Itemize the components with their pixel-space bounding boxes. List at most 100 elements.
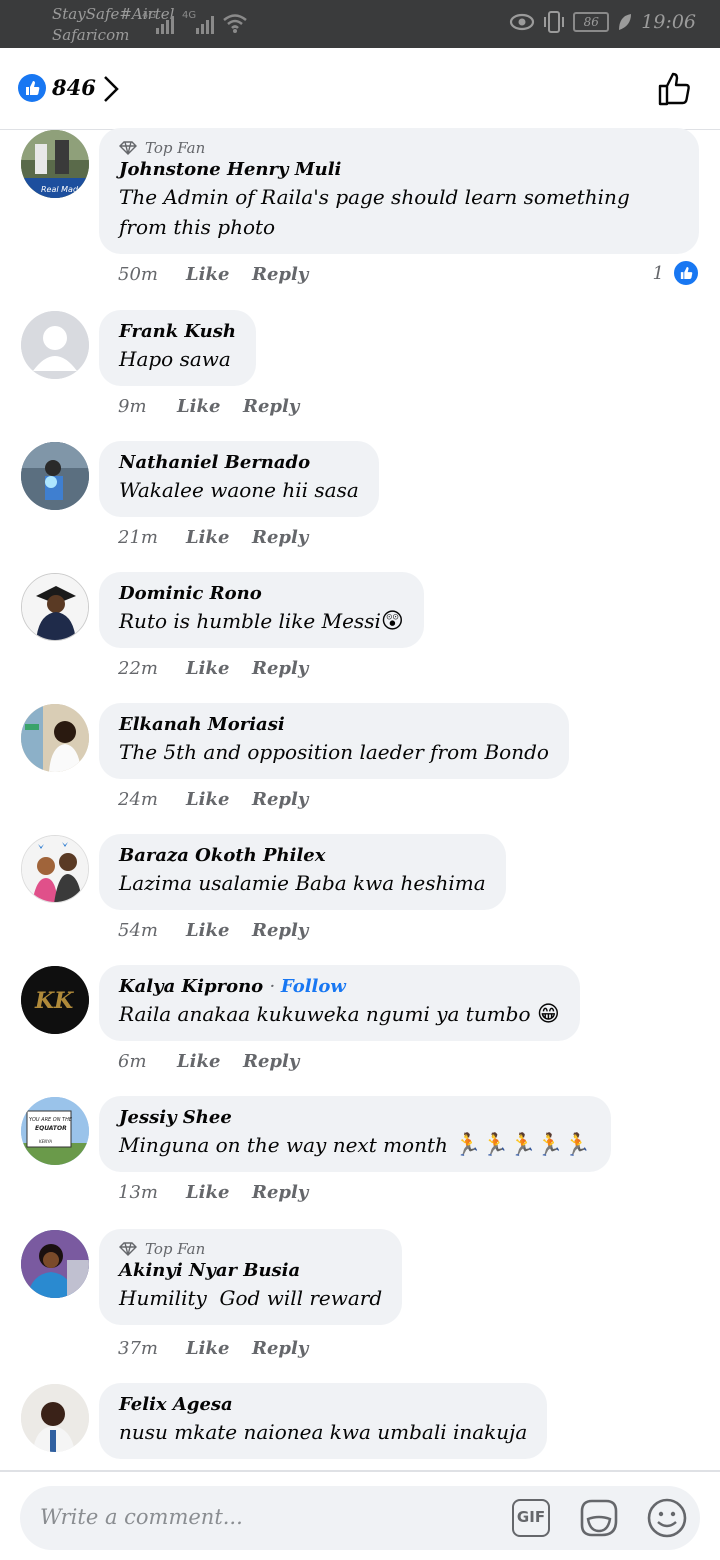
- like-button[interactable]: Like: [186, 1338, 252, 1359]
- commenter-name[interactable]: Akinyi Nyar Busia: [119, 1259, 382, 1283]
- comment-bubble: Kalya Kiprono · Follow Raila anakaa kuku…: [99, 965, 580, 1041]
- avatar[interactable]: KK: [21, 966, 89, 1034]
- top-fan-badge: Top Fan: [119, 1239, 382, 1259]
- avatar[interactable]: [21, 1384, 89, 1452]
- comment-composer: Write a comment... GIF: [0, 1470, 720, 1560]
- reply-button[interactable]: Reply: [243, 396, 299, 417]
- reaction-count[interactable]: 846: [52, 75, 96, 100]
- comment-actions: 24m Like Reply: [118, 789, 308, 810]
- leaf-icon: [619, 14, 632, 30]
- comment-time[interactable]: 21m: [118, 527, 186, 548]
- comment-time[interactable]: 22m: [118, 658, 186, 679]
- network-type-1: 4G: [142, 10, 157, 21]
- comment-input-placeholder[interactable]: Write a comment...: [40, 1505, 243, 1529]
- comment-text: The Admin of Raila's page should learn s…: [119, 185, 630, 239]
- avatar-caption: Real Madr: [41, 185, 82, 194]
- commenter-name[interactable]: Kalya Kiprono: [119, 976, 263, 997]
- follow-button[interactable]: Follow: [281, 976, 346, 997]
- clock: 19:06: [641, 11, 696, 33]
- status-bar: StaySafe#Airtel Safaricom 4G 4G 86 19:06: [0, 0, 720, 48]
- commenter-name[interactable]: Jessiy Shee: [119, 1106, 591, 1130]
- commenter-name[interactable]: Baraza Okoth Philex: [119, 844, 486, 868]
- comment-actions: 54m Like Reply: [118, 920, 308, 941]
- comment-time[interactable]: 13m: [118, 1182, 186, 1203]
- reply-button[interactable]: Reply: [252, 789, 308, 810]
- wifi-icon: [223, 14, 247, 33]
- comment-time[interactable]: 9m: [118, 396, 177, 417]
- like-button[interactable]: Like: [186, 527, 252, 548]
- comment-bubble: Dominic Rono Ruto is humble like Messi😲: [99, 572, 424, 648]
- commenter-name[interactable]: Felix Agesa: [119, 1393, 527, 1417]
- emoji-icon[interactable]: [646, 1497, 688, 1539]
- avatar[interactable]: [21, 835, 89, 903]
- reactions-header: 846: [0, 48, 720, 130]
- reply-button[interactable]: Reply: [252, 264, 308, 285]
- avatar[interactable]: Real Madr: [21, 130, 89, 198]
- comment-text: Raila anakaa kukuweka ngumi ya tumbo: [119, 1002, 537, 1026]
- comment-actions: 6m Like Reply: [118, 1051, 299, 1072]
- comment-bubble: Nathaniel Bernado Wakalee waone hii sasa: [99, 441, 379, 517]
- comment-time[interactable]: 37m: [118, 1338, 186, 1359]
- gif-button[interactable]: GIF: [512, 1499, 550, 1537]
- commenter-name[interactable]: Johnstone Henry Muli: [119, 158, 679, 182]
- like-button[interactable]: Like: [186, 789, 252, 810]
- grin-emoji: 😁: [536, 1002, 560, 1027]
- running-emoji: 🏃🏃🏃🏃🏃: [454, 1133, 592, 1158]
- avatar[interactable]: [21, 704, 89, 772]
- commenter-name[interactable]: Nathaniel Bernado: [119, 451, 359, 475]
- reply-button[interactable]: Reply: [252, 1182, 308, 1203]
- comment-actions: 13m Like Reply: [118, 1182, 308, 1203]
- comment-bubble: Jessiy Shee Minguna on the way next mont…: [99, 1096, 612, 1172]
- comment-actions: 9m Like Reply: [118, 396, 299, 417]
- avatar[interactable]: [21, 1230, 89, 1298]
- like-button[interactable]: Like: [186, 264, 252, 285]
- status-right: 86 19:06: [509, 10, 696, 34]
- comment-time[interactable]: 6m: [118, 1051, 177, 1072]
- chevron-right-icon[interactable]: [100, 74, 122, 104]
- like-reaction-icon: [672, 259, 700, 287]
- like-button[interactable]: Like: [177, 1051, 243, 1072]
- eye-icon: [510, 13, 535, 31]
- reply-button[interactable]: Reply: [243, 1051, 299, 1072]
- vibrate-icon: [544, 11, 565, 33]
- like-reaction-icon[interactable]: [18, 74, 46, 102]
- avatar[interactable]: [21, 311, 89, 379]
- reaction-count: 1: [652, 262, 664, 284]
- comment-text: Hapo sawa: [119, 347, 231, 371]
- reply-button[interactable]: Reply: [252, 920, 308, 941]
- like-button[interactable]: Like: [186, 1182, 252, 1203]
- comment-bubble: Felix Agesa nusu mkate naionea kwa umbal…: [99, 1383, 548, 1459]
- commenter-name[interactable]: Elkanah Moriasi: [119, 713, 549, 737]
- signal-icon: [156, 12, 178, 34]
- reply-button[interactable]: Reply: [252, 658, 308, 679]
- like-button[interactable]: Like: [186, 658, 252, 679]
- comment-bubble: Top Fan Johnstone Henry Muli The Admin o…: [99, 128, 699, 254]
- reply-button[interactable]: Reply: [252, 1338, 308, 1359]
- avatar[interactable]: [21, 442, 89, 510]
- sign-text-3: KENYA: [39, 1139, 52, 1144]
- commenter-name[interactable]: Dominic Rono: [119, 582, 404, 606]
- like-post-button[interactable]: [656, 70, 694, 108]
- comment-time[interactable]: 54m: [118, 920, 186, 941]
- comment-text: Lazima usalamie Baba kwa heshima: [119, 871, 486, 895]
- diamond-icon: [119, 141, 137, 155]
- reply-button[interactable]: Reply: [252, 527, 308, 548]
- like-button[interactable]: Like: [177, 396, 243, 417]
- comment-bubble: Elkanah Moriasi The 5th and opposition l…: [99, 703, 569, 779]
- sticker-icon[interactable]: [578, 1497, 620, 1539]
- comment-text: The 5th and opposition laeder from Bondo: [119, 740, 549, 764]
- astonished-emoji: 😲: [380, 609, 404, 634]
- sign-text-1: YOU ARE ON THE: [29, 1117, 73, 1123]
- avatar-monogram: KK: [34, 988, 74, 1014]
- battery-icon: 86: [573, 12, 610, 32]
- comment-reactions[interactable]: 1: [653, 259, 700, 287]
- comment-input[interactable]: Write a comment... GIF: [20, 1486, 700, 1550]
- comment-time[interactable]: 50m: [118, 264, 186, 285]
- thumbs-up-icon: [26, 81, 40, 95]
- avatar[interactable]: [21, 573, 89, 641]
- commenter-name[interactable]: Frank Kush: [119, 320, 236, 344]
- comment-time[interactable]: 24m: [118, 789, 186, 810]
- like-button[interactable]: Like: [186, 920, 252, 941]
- comment-bubble: Baraza Okoth Philex Lazima usalamie Baba…: [99, 834, 506, 910]
- avatar[interactable]: YOU ARE ON THE EQUATOR KENYA: [21, 1097, 89, 1165]
